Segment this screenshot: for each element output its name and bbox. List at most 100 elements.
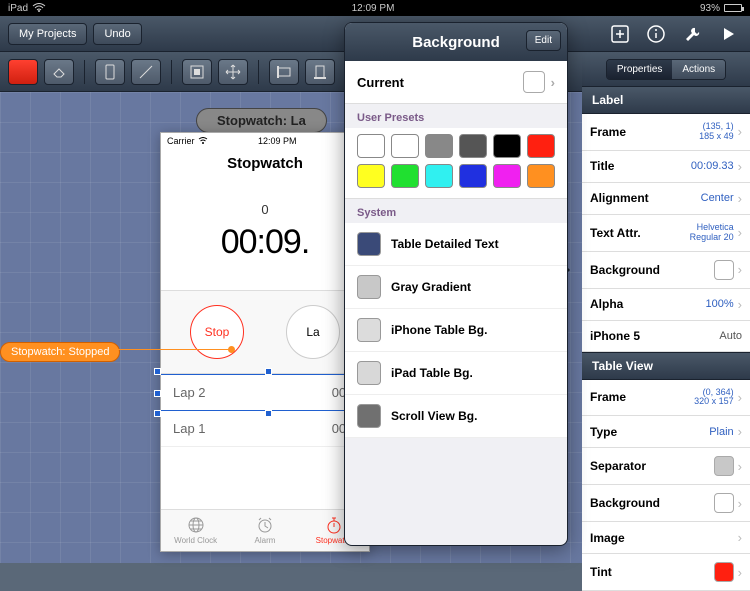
system-label: Gray Gradient [391, 280, 471, 294]
stop-button[interactable]: Stop [190, 305, 244, 359]
bg-swatch [714, 493, 734, 513]
align-bottom-button[interactable] [305, 59, 335, 85]
chevron-right-icon: › [738, 297, 742, 312]
ipad-status-bar: iPad 12:09 PM 93% [0, 0, 750, 16]
preset-swatch[interactable] [391, 134, 419, 158]
annotation-connector [118, 349, 230, 350]
my-projects-button[interactable]: My Projects [8, 23, 87, 45]
chevron-right-icon: › [738, 124, 742, 139]
eraser-button[interactable] [44, 59, 74, 85]
play-button[interactable] [714, 20, 742, 48]
alpha-row[interactable]: Alpha 100% › [582, 289, 750, 321]
status-time: 12:09 PM [46, 3, 700, 14]
record-button[interactable] [8, 59, 38, 85]
tv-tint-row[interactable]: Tint › [582, 554, 750, 591]
scene-title[interactable]: Stopwatch: La [196, 108, 327, 133]
add-button[interactable] [606, 20, 634, 48]
lap-row[interactable]: Lap 1 00:0 [161, 411, 369, 447]
preset-swatch[interactable] [391, 164, 419, 188]
phone-mockup[interactable]: Carrier 12:09 PM Stopwatch 0 00:09. Stop… [160, 132, 370, 552]
info-button[interactable] [642, 20, 670, 48]
preset-swatch[interactable] [527, 134, 555, 158]
system-header: System [345, 199, 567, 223]
chevron-right-icon: › [738, 225, 742, 240]
tools-button[interactable] [678, 20, 706, 48]
system-row[interactable]: Gray Gradient [345, 266, 567, 309]
phone-wifi-icon [198, 137, 208, 145]
system-list: Table Detailed Text Gray Gradient iPhone T… [345, 223, 567, 438]
system-swatch [357, 232, 381, 256]
preset-swatch[interactable] [459, 134, 487, 158]
battery-icon [724, 4, 742, 12]
preset-swatch[interactable] [493, 134, 521, 158]
preset-swatch[interactable] [425, 164, 453, 188]
stopwatch-icon [325, 516, 343, 534]
globe-icon [187, 516, 205, 534]
current-label: Current [357, 75, 404, 90]
system-row[interactable]: iPad Table Bg. [345, 352, 567, 395]
system-label: Table Detailed Text [391, 237, 499, 251]
phone-status-bar: Carrier 12:09 PM [161, 133, 369, 149]
text-attr-row[interactable]: Text Attr. HelveticaRegular 20 › [582, 215, 750, 252]
chevron-right-icon: › [738, 262, 742, 277]
state-annotation[interactable]: Stopwatch: Stopped [0, 342, 120, 362]
lap-name: Lap 2 [173, 385, 206, 400]
bg-swatch [714, 260, 734, 280]
system-label: iPhone Table Bg. [391, 323, 487, 337]
tv-image-row[interactable]: Image › [582, 522, 750, 554]
label-group-header: Label [582, 86, 750, 114]
current-row[interactable]: Current › [345, 61, 567, 104]
preset-swatch[interactable] [459, 164, 487, 188]
preset-swatch[interactable] [357, 134, 385, 158]
tab-properties[interactable]: Properties [607, 60, 673, 79]
system-row[interactable]: iPhone Table Bg. [345, 309, 567, 352]
lap-time-small[interactable]: 0 [161, 184, 369, 217]
system-row[interactable]: Scroll View Bg. [345, 395, 567, 438]
preset-swatch[interactable] [357, 164, 385, 188]
system-row[interactable]: Table Detailed Text [345, 223, 567, 266]
chevron-right-icon: › [738, 424, 742, 439]
user-presets-header: User Presets [345, 104, 567, 128]
tab-actions[interactable]: Actions [672, 60, 725, 79]
edit-button[interactable]: Edit [526, 30, 561, 51]
tab-world-clock[interactable]: World Clock [161, 510, 230, 551]
annotation-endpoint [228, 346, 235, 353]
tv-frame-row[interactable]: Frame (0, 364)320 x 157 › [582, 380, 750, 417]
tv-background-row[interactable]: Background › [582, 485, 750, 522]
device-portrait-button[interactable] [95, 59, 125, 85]
preset-swatch[interactable] [527, 164, 555, 188]
bounds-button[interactable] [182, 59, 212, 85]
preset-swatch[interactable] [493, 164, 521, 188]
lap-row[interactable]: Lap 2 00:0 [161, 374, 369, 411]
system-swatch [357, 318, 381, 342]
stopwatch-buttons: Stop La [161, 290, 369, 374]
laps-table[interactable]: Lap 2 00:0 Lap 1 00:0 [161, 374, 369, 447]
chevron-right-icon: › [738, 530, 742, 545]
main-time-label[interactable]: 00:09. [161, 217, 369, 290]
iphone5-row[interactable]: iPhone 5 Auto [582, 321, 750, 352]
inspector-panel: Properties Actions Label Frame (135, 1)1… [582, 52, 750, 563]
phone-time: 12:09 PM [208, 136, 347, 146]
preset-swatch[interactable] [425, 134, 453, 158]
tv-separator-row[interactable]: Separator › [582, 448, 750, 485]
undo-button[interactable]: Undo [93, 23, 141, 45]
chevron-right-icon: › [738, 390, 742, 405]
tab-alarm[interactable]: Alarm [230, 510, 299, 551]
system-swatch [357, 404, 381, 428]
frame-row[interactable]: Frame (135, 1)185 x 49 › [582, 114, 750, 151]
preset-grid [345, 128, 567, 199]
alignment-row[interactable]: Alignment Center › [582, 183, 750, 215]
title-row[interactable]: Title 00:09.33 › [582, 151, 750, 183]
ruler-button[interactable] [131, 59, 161, 85]
battery-percent: 93% [700, 3, 720, 14]
align-left-button[interactable] [269, 59, 299, 85]
tv-type-row[interactable]: Type Plain › [582, 416, 750, 448]
popover-title: Background [412, 34, 500, 51]
background-row[interactable]: Background › [582, 252, 750, 289]
system-swatch [357, 275, 381, 299]
lap-button[interactable]: La [286, 305, 340, 359]
system-label: Scroll View Bg. [391, 409, 477, 423]
carrier-label: Carrier [167, 136, 195, 146]
move-button[interactable] [218, 59, 248, 85]
phone-tabbar: World Clock Alarm Stopwatch [161, 509, 369, 551]
